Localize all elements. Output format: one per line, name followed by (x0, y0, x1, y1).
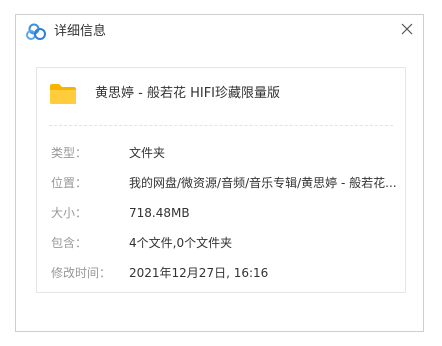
detail-row-contains: 包含： 4个文件,0个文件夹 (37, 234, 405, 252)
dialog-title: 详细信息 (54, 24, 107, 39)
location-label: 位置： (51, 176, 88, 190)
size-value: 718.48MB (129, 206, 190, 220)
cloud-logo-icon (26, 23, 46, 40)
divider (49, 125, 393, 126)
location-value[interactable]: 我的网盘/微资源/音频/音乐专辑/黄思婷 - 般若花... (129, 174, 397, 192)
type-label: 类型： (51, 146, 88, 160)
details-card: 黄思婷 - 般若花 HIFI珍藏限量版 类型： 文件夹 位置： 我的网盘/微资源… (36, 67, 406, 293)
details-dialog: 详细信息 黄思婷 - 般若花 HIFI珍藏限量版 类型： 文件夹 位置： 我的网… (15, 14, 424, 332)
modified-value: 2021年12月27日, 16:16 (129, 266, 269, 280)
contains-value: 4个文件,0个文件夹 (129, 236, 233, 250)
detail-row-type: 类型： 文件夹 (37, 144, 405, 162)
file-name: 黄思婷 - 般若花 HIFI珍藏限量版 (95, 86, 281, 101)
detail-row-location: 位置： 我的网盘/微资源/音频/音乐专辑/黄思婷 - 般若花... (37, 174, 405, 192)
type-value: 文件夹 (129, 146, 166, 160)
size-label: 大小： (51, 206, 88, 220)
modified-label: 修改时间： (51, 266, 112, 280)
title-bar: 详细信息 (16, 15, 423, 49)
detail-row-size: 大小： 718.48MB (37, 204, 405, 222)
contains-label: 包含： (51, 236, 88, 250)
folder-icon (50, 84, 76, 104)
close-icon[interactable] (397, 19, 417, 39)
detail-row-modified: 修改时间： 2021年12月27日, 16:16 (37, 264, 405, 282)
